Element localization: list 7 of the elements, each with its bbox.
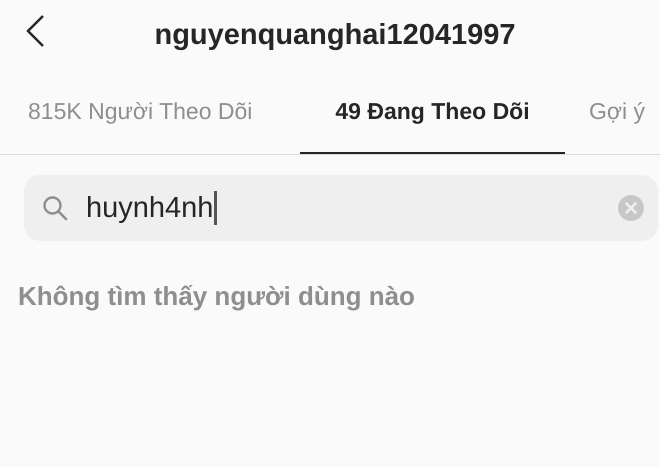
tab[interactable]: 49 Đang Theo Dõi [300, 70, 565, 154]
back-button[interactable] [24, 14, 46, 48]
search-icon [42, 195, 68, 221]
username-title: nguyenquanghai12041997 [154, 18, 516, 52]
text-cursor [214, 191, 218, 225]
no-results-message: Không tìm thấy người dùng nào [18, 281, 416, 312]
search-field[interactable]: huynh4nh [24, 175, 658, 241]
